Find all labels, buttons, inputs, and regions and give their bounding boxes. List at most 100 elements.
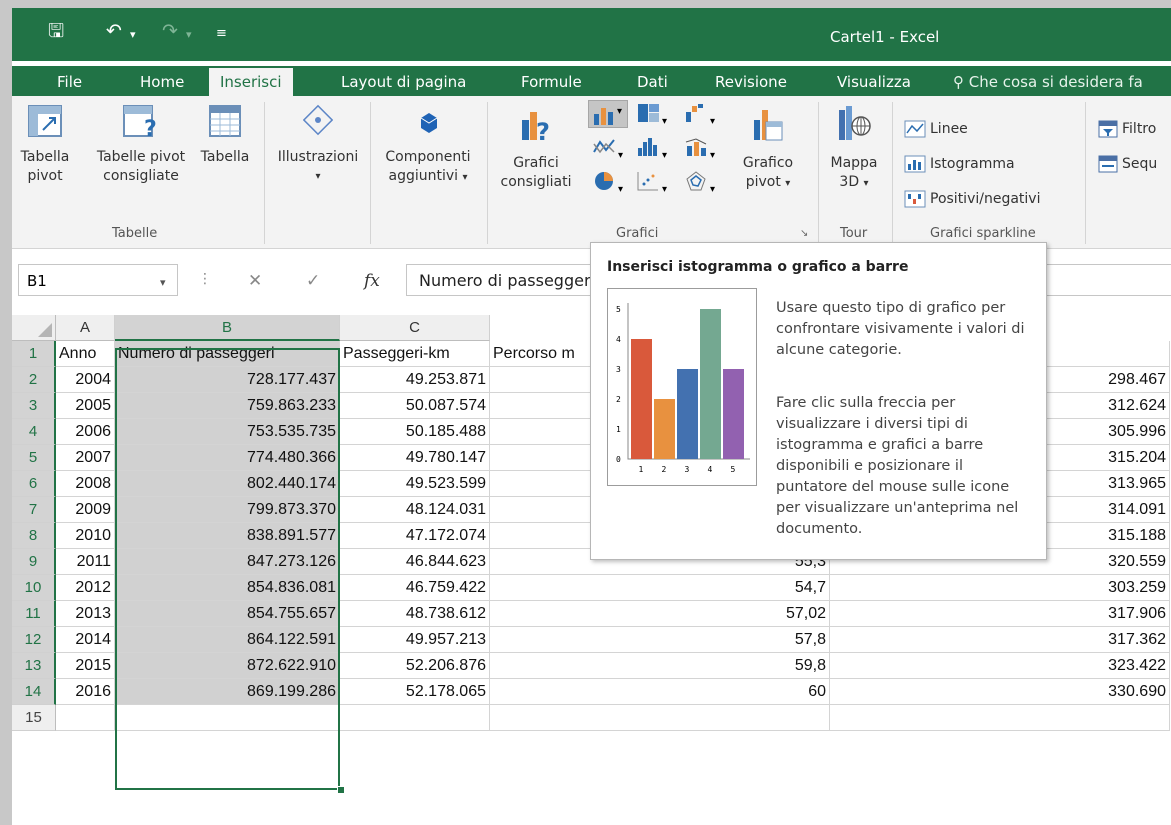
cell[interactable]: 52.206.876 — [340, 653, 490, 679]
cell[interactable]: 49.780.147 — [340, 445, 490, 471]
row-header[interactable]: 2 — [12, 367, 56, 393]
row-header[interactable]: 10 — [12, 575, 56, 601]
pivot-table-button[interactable]: Tabella pivot — [16, 104, 74, 186]
cell[interactable]: 847.273.126 — [115, 549, 340, 575]
cell[interactable]: 2006 — [56, 419, 115, 445]
cancel-icon[interactable]: ✕ — [248, 271, 262, 291]
cell[interactable]: 2009 — [56, 497, 115, 523]
cell[interactable]: 2015 — [56, 653, 115, 679]
row-header[interactable]: 15 — [12, 705, 56, 731]
cell[interactable]: Passeggeri-km — [340, 341, 490, 367]
cell[interactable]: 48.124.031 — [340, 497, 490, 523]
slicer-button[interactable]: Filtro — [1098, 120, 1156, 138]
recommended-pivot-button[interactable]: ? Tabelle pivot consigliate — [86, 104, 196, 186]
row-header[interactable]: 3 — [12, 393, 56, 419]
sparkline-column-button[interactable]: Istogramma — [904, 155, 1015, 173]
cell[interactable]: 2007 — [56, 445, 115, 471]
timeline-button[interactable]: Sequ — [1098, 155, 1157, 173]
cell[interactable]: 864.122.591 — [115, 627, 340, 653]
illustrations-button[interactable]: Illustrazioni ▾ — [270, 104, 366, 186]
cell[interactable]: 46.844.623 — [340, 549, 490, 575]
column-header-b[interactable]: B — [115, 315, 340, 341]
undo-icon[interactable]: ↶ — [106, 20, 122, 42]
cell[interactable]: 49.957.213 — [340, 627, 490, 653]
dialog-launcher-icon[interactable]: ↘ — [800, 228, 808, 239]
row-header[interactable]: 12 — [12, 627, 56, 653]
cell[interactable]: 54,7 — [490, 575, 830, 601]
cell[interactable]: 2013 — [56, 601, 115, 627]
cell[interactable]: 2014 — [56, 627, 115, 653]
cell[interactable]: 774.480.366 — [115, 445, 340, 471]
cell[interactable]: 728.177.437 — [115, 367, 340, 393]
tell-me-box[interactable]: ⚲ Che cosa si desidera fa — [942, 68, 1154, 96]
hierarchy-chart-button[interactable]: ▾ — [636, 102, 667, 128]
tab-revisione[interactable]: Revisione — [704, 68, 798, 96]
cell[interactable]: 50.185.488 — [340, 419, 490, 445]
cell[interactable]: 59,8 — [490, 653, 830, 679]
tab-formule[interactable]: Formule — [510, 68, 593, 96]
sparkline-line-button[interactable]: Linee — [904, 120, 968, 138]
cell[interactable]: Anno — [56, 341, 115, 367]
save-icon[interactable]: 🖫 — [48, 20, 64, 42]
tab-inserisci[interactable]: Inserisci — [209, 68, 293, 96]
cell[interactable]: 2008 — [56, 471, 115, 497]
pie-chart-button[interactable]: ▾ — [592, 170, 623, 196]
customize-toolbar-icon[interactable]: ≡ — [216, 23, 227, 45]
row-header[interactable]: 5 — [12, 445, 56, 471]
line-chart-button[interactable]: ▾ — [592, 136, 623, 162]
tab-home[interactable]: Home — [129, 68, 195, 96]
cell[interactable] — [115, 705, 340, 731]
row-header[interactable]: 1 — [12, 341, 56, 367]
combo-chart-button[interactable]: ▾ — [684, 136, 715, 162]
cell[interactable]: 46.759.422 — [340, 575, 490, 601]
cell[interactable]: 60 — [490, 679, 830, 705]
cell[interactable]: 330.690 — [830, 679, 1170, 705]
cell[interactable]: 838.891.577 — [115, 523, 340, 549]
scatter-chart-button[interactable]: ▾ — [636, 170, 667, 196]
cell[interactable]: 854.836.081 — [115, 575, 340, 601]
cell[interactable]: 48.738.612 — [340, 601, 490, 627]
cell[interactable]: 2016 — [56, 679, 115, 705]
row-header[interactable]: 7 — [12, 497, 56, 523]
cell[interactable]: Numero di passeggeri — [115, 341, 340, 367]
cell[interactable] — [490, 705, 830, 731]
cell[interactable]: 317.362 — [830, 627, 1170, 653]
tab-layout-di-pagina[interactable]: Layout di pagina — [330, 68, 477, 96]
cell[interactable]: 753.535.735 — [115, 419, 340, 445]
cell[interactable] — [340, 705, 490, 731]
tab-file[interactable]: File — [46, 68, 93, 96]
fill-handle[interactable] — [337, 786, 345, 794]
recommended-charts-button[interactable]: ? Grafici consigliati — [492, 104, 580, 192]
row-header[interactable]: 13 — [12, 653, 56, 679]
cell[interactable]: 2011 — [56, 549, 115, 575]
cell[interactable]: 759.863.233 — [115, 393, 340, 419]
waterfall-chart-button[interactable]: ▾ — [684, 102, 715, 128]
cell[interactable] — [56, 705, 115, 731]
cell[interactable]: 50.087.574 — [340, 393, 490, 419]
radar-chart-button[interactable]: ▾ — [684, 170, 715, 196]
cell[interactable]: 57,8 — [490, 627, 830, 653]
select-all-corner[interactable] — [12, 315, 56, 341]
cell[interactable]: 802.440.174 — [115, 471, 340, 497]
row-header[interactable]: 4 — [12, 419, 56, 445]
cell[interactable]: 2005 — [56, 393, 115, 419]
cell[interactable]: 2010 — [56, 523, 115, 549]
cell[interactable]: 2004 — [56, 367, 115, 393]
cell[interactable]: 323.422 — [830, 653, 1170, 679]
column-header-a[interactable]: A — [56, 315, 115, 341]
cell[interactable]: 47.172.074 — [340, 523, 490, 549]
undo-dropdown-icon[interactable]: ▾ — [130, 24, 136, 46]
row-header[interactable]: 14 — [12, 679, 56, 705]
cell[interactable]: 872.622.910 — [115, 653, 340, 679]
tab-visualizza[interactable]: Visualizza — [826, 68, 922, 96]
column-bar-chart-button[interactable]: ▾ — [588, 100, 628, 128]
cell[interactable]: 49.253.871 — [340, 367, 490, 393]
name-box[interactable]: B1 — [18, 264, 178, 296]
statistic-chart-button[interactable]: ▾ — [636, 136, 667, 162]
row-header[interactable]: 8 — [12, 523, 56, 549]
tab-dati[interactable]: Dati — [626, 68, 679, 96]
row-header[interactable]: 11 — [12, 601, 56, 627]
cell[interactable]: 869.199.286 — [115, 679, 340, 705]
cell[interactable]: 49.523.599 — [340, 471, 490, 497]
map-3d-button[interactable]: Mappa 3D ▾ — [822, 104, 886, 193]
